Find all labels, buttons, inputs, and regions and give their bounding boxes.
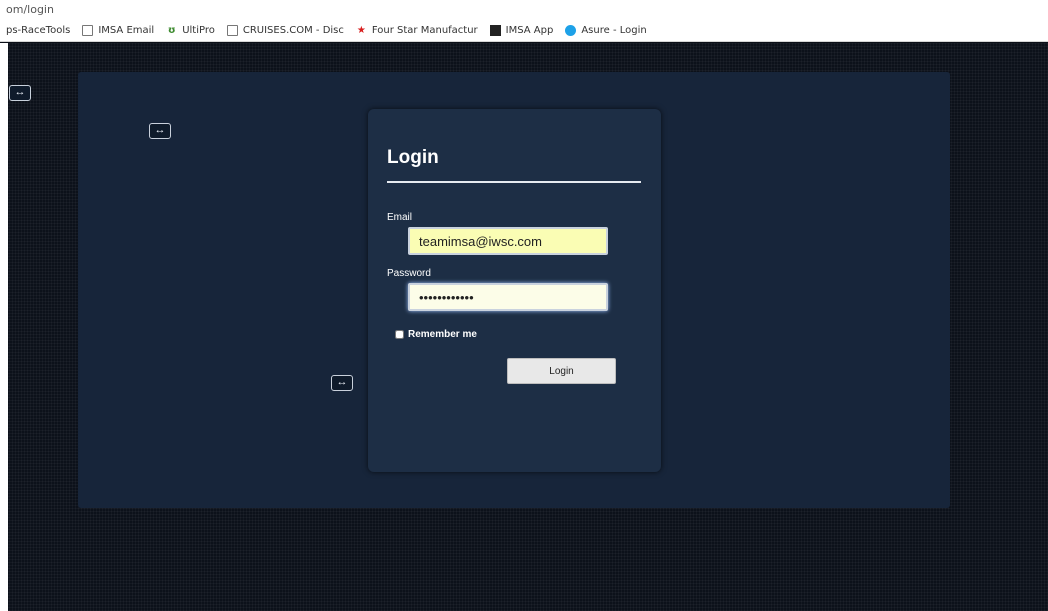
bookmark-label: IMSA App [505, 25, 554, 36]
address-bar-url[interactable]: om/login [6, 3, 54, 16]
bookmark-label: UltiPro [182, 25, 215, 36]
remember-me-checkbox[interactable] [395, 330, 404, 339]
bookmark-label: IMSA Email [98, 25, 155, 36]
imsa-app-icon [489, 25, 501, 36]
email-label: Email [387, 212, 413, 223]
bookmark-ultipro[interactable]: ʊ UltiPro [166, 25, 215, 36]
ultipro-icon: ʊ [167, 25, 176, 36]
address-bar[interactable]: om/login [0, 0, 1048, 20]
asure-icon [565, 25, 577, 36]
bookmark-imsa-app[interactable]: IMSA App [489, 25, 554, 36]
password-label: Password [387, 268, 431, 279]
remember-me[interactable]: Remember me [395, 329, 477, 340]
page-icon [226, 25, 238, 36]
login-card: Login Email Password Remember me Login [368, 109, 661, 472]
left-edge-strip [0, 43, 8, 611]
login-button[interactable]: Login [507, 358, 616, 384]
page-icon [82, 25, 94, 36]
bookmark-four-star[interactable]: ★ Four Star Manufactur [356, 25, 478, 36]
collapse-toggle-icon[interactable]: ↔ [9, 85, 31, 101]
collapse-toggle-icon[interactable]: ↔ [149, 123, 171, 139]
password-field[interactable] [408, 283, 608, 311]
bookmark-label: Asure - Login [581, 25, 647, 36]
bookmark-label: CRUISES.COM - Disc [242, 25, 344, 36]
bookmark-label: Four Star Manufactur [371, 25, 478, 36]
bookmark-imsa-email[interactable]: IMSA Email [82, 25, 154, 36]
bookmark-cruises[interactable]: CRUISES.COM - Disc [226, 25, 344, 36]
login-title: Login [387, 147, 439, 168]
star-icon: ★ [356, 25, 366, 36]
bookmark-label: ps-RaceTools [6, 25, 71, 36]
bookmark-ps-racetools[interactable]: ps-RaceTools [6, 25, 70, 36]
collapse-toggle-icon[interactable]: ↔ [331, 375, 353, 391]
bookmark-asure[interactable]: Asure - Login [565, 25, 647, 36]
remember-me-label: Remember me [408, 329, 477, 340]
email-field[interactable] [408, 227, 608, 255]
bookmarks-bar: ps-RaceTools IMSA Email ʊ UltiPro CRUISE… [0, 20, 1048, 42]
title-divider [387, 181, 641, 183]
